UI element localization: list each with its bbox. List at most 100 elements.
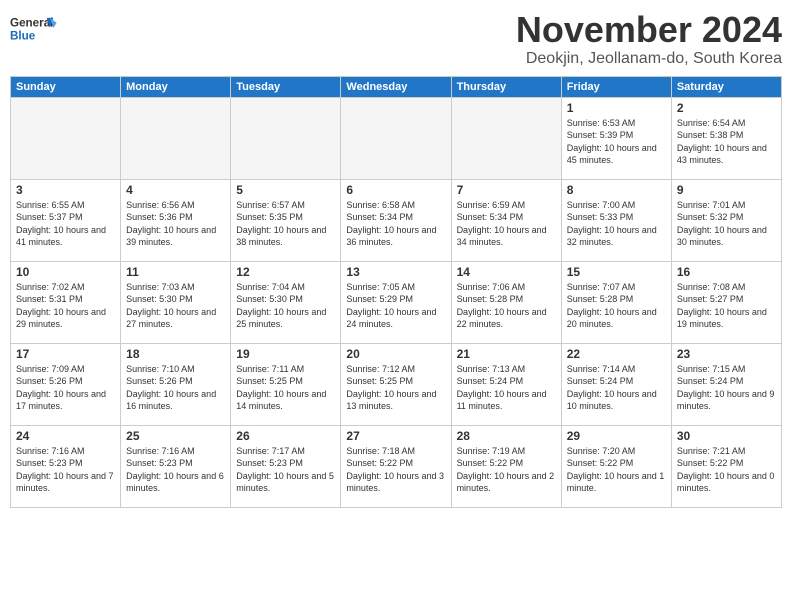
day-number: 30 bbox=[677, 429, 776, 443]
calendar-cell: 7Sunrise: 6:59 AMSunset: 5:34 PMDaylight… bbox=[451, 179, 561, 261]
day-header-saturday: Saturday bbox=[671, 76, 781, 97]
month-title: November 2024 bbox=[516, 10, 782, 50]
day-info: Sunrise: 6:57 AMSunset: 5:35 PMDaylight:… bbox=[236, 199, 335, 249]
calendar-cell: 9 Sunrise: 7:01 AMSunset: 5:32 PMDaylight… bbox=[671, 179, 781, 261]
calendar-cell: 19 Sunrise: 7:11 AMSunset: 5:25 PMDayligh… bbox=[231, 343, 341, 425]
calendar-cell bbox=[11, 97, 121, 179]
calendar-cell: 25 Sunrise: 7:16 AMSunset: 5:23 PMDayligh… bbox=[121, 425, 231, 507]
day-info: Sunrise: 6:59 AMSunset: 5:34 PMDaylight:… bbox=[457, 199, 556, 249]
calendar-cell: 20 Sunrise: 7:12 AMSunset: 5:25 PMDayligh… bbox=[341, 343, 451, 425]
day-number: 27 bbox=[346, 429, 445, 443]
day-number: 19 bbox=[236, 347, 335, 361]
day-number: 23 bbox=[677, 347, 776, 361]
calendar-week-3: 10 Sunrise: 7:02 AMSunset: 5:31 PMDayligh… bbox=[11, 261, 782, 343]
day-info: Sunrise: 6:54 AMSunset: 5:38 PMDaylight:… bbox=[677, 117, 776, 167]
subtitle: Deokjin, Jeollanam-do, South Korea bbox=[516, 50, 782, 68]
day-info: Sunrise: 7:04 AMSunset: 5:30 PMDaylight:… bbox=[236, 281, 335, 331]
day-info: Sunrise: 7:16 AMSunset: 5:23 PMDaylight:… bbox=[126, 445, 225, 495]
day-number: 5 bbox=[236, 183, 335, 197]
day-number: 24 bbox=[16, 429, 115, 443]
logo-icon: General Blue bbox=[10, 10, 60, 50]
logo: General Blue bbox=[10, 10, 60, 50]
calendar-cell: 16Sunrise: 7:08 AMSunset: 5:27 PMDayligh… bbox=[671, 261, 781, 343]
calendar-cell: 13Sunrise: 7:05 AMSunset: 5:29 PMDayligh… bbox=[341, 261, 451, 343]
calendar-cell: 2 Sunrise: 6:54 AMSunset: 5:38 PMDaylight… bbox=[671, 97, 781, 179]
header: General Blue November 2024 Deokjin, Jeol… bbox=[10, 10, 782, 68]
calendar-cell: 23 Sunrise: 7:15 AMSunset: 5:24 PMDayligh… bbox=[671, 343, 781, 425]
day-info: Sunrise: 6:55 AMSunset: 5:37 PMDaylight:… bbox=[16, 199, 115, 249]
day-info: Sunrise: 7:17 AMSunset: 5:23 PMDaylight:… bbox=[236, 445, 335, 495]
day-info: Sunrise: 7:02 AMSunset: 5:31 PMDaylight:… bbox=[16, 281, 115, 331]
day-info: Sunrise: 7:18 AMSunset: 5:22 PMDaylight:… bbox=[346, 445, 445, 495]
calendar-cell bbox=[341, 97, 451, 179]
svg-text:Blue: Blue bbox=[10, 30, 36, 43]
calendar-cell: 14Sunrise: 7:06 AMSunset: 5:28 PMDayligh… bbox=[451, 261, 561, 343]
day-number: 29 bbox=[567, 429, 666, 443]
day-header-sunday: Sunday bbox=[11, 76, 121, 97]
day-info: Sunrise: 7:08 AMSunset: 5:27 PMDaylight:… bbox=[677, 281, 776, 331]
calendar-cell: 12Sunrise: 7:04 AMSunset: 5:30 PMDayligh… bbox=[231, 261, 341, 343]
calendar-cell: 4 Sunrise: 6:56 AMSunset: 5:36 PMDaylight… bbox=[121, 179, 231, 261]
day-info: Sunrise: 7:13 AMSunset: 5:24 PMDaylight:… bbox=[457, 363, 556, 413]
day-info: Sunrise: 7:14 AMSunset: 5:24 PMDaylight:… bbox=[567, 363, 666, 413]
calendar-cell: 5 Sunrise: 6:57 AMSunset: 5:35 PMDaylight… bbox=[231, 179, 341, 261]
page: General Blue November 2024 Deokjin, Jeol… bbox=[0, 0, 792, 612]
calendar-cell: 1Sunrise: 6:53 AMSunset: 5:39 PMDaylight… bbox=[561, 97, 671, 179]
calendar-cell: 26 Sunrise: 7:17 AMSunset: 5:23 PMDayligh… bbox=[231, 425, 341, 507]
calendar-cell: 8 Sunrise: 7:00 AMSunset: 5:33 PMDaylight… bbox=[561, 179, 671, 261]
calendar-cell: 6 Sunrise: 6:58 AMSunset: 5:34 PMDaylight… bbox=[341, 179, 451, 261]
day-info: Sunrise: 7:11 AMSunset: 5:25 PMDaylight:… bbox=[236, 363, 335, 413]
day-number: 14 bbox=[457, 265, 556, 279]
day-info: Sunrise: 7:01 AMSunset: 5:32 PMDaylight:… bbox=[677, 199, 776, 249]
calendar-week-1: 1Sunrise: 6:53 AMSunset: 5:39 PMDaylight… bbox=[11, 97, 782, 179]
calendar-cell bbox=[451, 97, 561, 179]
calendar-cell: 3Sunrise: 6:55 AMSunset: 5:37 PMDaylight… bbox=[11, 179, 121, 261]
day-number: 26 bbox=[236, 429, 335, 443]
day-info: Sunrise: 7:09 AMSunset: 5:26 PMDaylight:… bbox=[16, 363, 115, 413]
day-info: Sunrise: 7:03 AMSunset: 5:30 PMDaylight:… bbox=[126, 281, 225, 331]
day-info: Sunrise: 7:07 AMSunset: 5:28 PMDaylight:… bbox=[567, 281, 666, 331]
day-header-tuesday: Tuesday bbox=[231, 76, 341, 97]
day-number: 8 bbox=[567, 183, 666, 197]
calendar-week-2: 3Sunrise: 6:55 AMSunset: 5:37 PMDaylight… bbox=[11, 179, 782, 261]
day-header-wednesday: Wednesday bbox=[341, 76, 451, 97]
title-area: November 2024 Deokjin, Jeollanam-do, Sou… bbox=[516, 10, 782, 68]
day-number: 4 bbox=[126, 183, 225, 197]
calendar-cell: 10 Sunrise: 7:02 AMSunset: 5:31 PMDayligh… bbox=[11, 261, 121, 343]
day-header-thursday: Thursday bbox=[451, 76, 561, 97]
calendar-week-4: 17 Sunrise: 7:09 AMSunset: 5:26 PMDayligh… bbox=[11, 343, 782, 425]
day-info: Sunrise: 7:10 AMSunset: 5:26 PMDaylight:… bbox=[126, 363, 225, 413]
calendar-cell: 24 Sunrise: 7:16 AMSunset: 5:23 PMDayligh… bbox=[11, 425, 121, 507]
day-number: 9 bbox=[677, 183, 776, 197]
calendar-cell: 22 Sunrise: 7:14 AMSunset: 5:24 PMDayligh… bbox=[561, 343, 671, 425]
calendar-cell: 30 Sunrise: 7:21 AMSunset: 5:22 PMDayligh… bbox=[671, 425, 781, 507]
calendar-cell: 15 Sunrise: 7:07 AMSunset: 5:28 PMDayligh… bbox=[561, 261, 671, 343]
day-number: 25 bbox=[126, 429, 225, 443]
day-info: Sunrise: 7:20 AMSunset: 5:22 PMDaylight:… bbox=[567, 445, 666, 495]
day-number: 10 bbox=[16, 265, 115, 279]
calendar-cell: 17 Sunrise: 7:09 AMSunset: 5:26 PMDayligh… bbox=[11, 343, 121, 425]
day-info: Sunrise: 7:21 AMSunset: 5:22 PMDaylight:… bbox=[677, 445, 776, 495]
day-number: 13 bbox=[346, 265, 445, 279]
day-number: 22 bbox=[567, 347, 666, 361]
day-number: 2 bbox=[677, 101, 776, 115]
day-info: Sunrise: 6:58 AMSunset: 5:34 PMDaylight:… bbox=[346, 199, 445, 249]
day-number: 17 bbox=[16, 347, 115, 361]
calendar-cell: 21 Sunrise: 7:13 AMSunset: 5:24 PMDayligh… bbox=[451, 343, 561, 425]
calendar-cell: 11Sunrise: 7:03 AMSunset: 5:30 PMDayligh… bbox=[121, 261, 231, 343]
day-info: Sunrise: 7:19 AMSunset: 5:22 PMDaylight:… bbox=[457, 445, 556, 495]
day-info: Sunrise: 7:15 AMSunset: 5:24 PMDaylight:… bbox=[677, 363, 776, 413]
day-number: 28 bbox=[457, 429, 556, 443]
day-number: 15 bbox=[567, 265, 666, 279]
day-number: 21 bbox=[457, 347, 556, 361]
day-number: 20 bbox=[346, 347, 445, 361]
day-info: Sunrise: 7:00 AMSunset: 5:33 PMDaylight:… bbox=[567, 199, 666, 249]
calendar-cell bbox=[231, 97, 341, 179]
day-info: Sunrise: 7:16 AMSunset: 5:23 PMDaylight:… bbox=[16, 445, 115, 495]
calendar-cell: 27 Sunrise: 7:18 AMSunset: 5:22 PMDayligh… bbox=[341, 425, 451, 507]
day-header-friday: Friday bbox=[561, 76, 671, 97]
day-number: 6 bbox=[346, 183, 445, 197]
day-info: Sunrise: 6:56 AMSunset: 5:36 PMDaylight:… bbox=[126, 199, 225, 249]
day-info: Sunrise: 7:12 AMSunset: 5:25 PMDaylight:… bbox=[346, 363, 445, 413]
calendar-cell: 18Sunrise: 7:10 AMSunset: 5:26 PMDayligh… bbox=[121, 343, 231, 425]
